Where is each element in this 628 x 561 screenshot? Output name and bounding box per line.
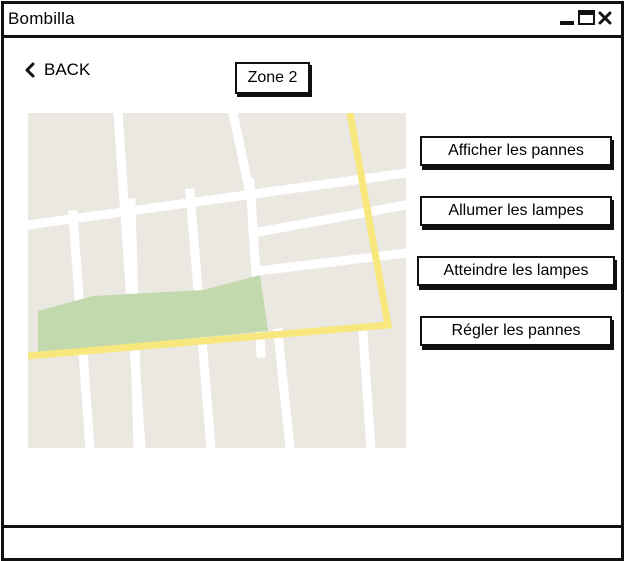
show-faults-button[interactable]: Afficher les pannes: [420, 136, 612, 166]
window-title: Bombilla: [8, 9, 75, 28]
turn-on-lamps-button[interactable]: Allumer les lampes: [420, 196, 612, 226]
turn-on-lamps-label: Allumer les lampes: [448, 202, 584, 219]
reach-lamps-button[interactable]: Atteindre les lampes: [417, 256, 615, 286]
page-title-text: Zone 2: [247, 69, 298, 86]
title-bar: Bombilla: [4, 4, 621, 38]
zone-map[interactable]: [28, 113, 406, 448]
footer-divider: [4, 525, 621, 528]
back-label: BACK: [44, 60, 91, 79]
window-controls: [559, 10, 614, 26]
show-faults-label: Afficher les pannes: [448, 142, 584, 159]
fix-faults-button[interactable]: Régler les pannes: [420, 316, 612, 346]
close-icon[interactable]: [598, 10, 614, 26]
back-button[interactable]: BACK: [24, 60, 90, 80]
maximize-icon[interactable]: [578, 10, 595, 25]
page-title: Zone 2: [235, 62, 310, 94]
chevron-left-icon: [25, 62, 35, 78]
minimize-icon[interactable]: [559, 10, 575, 26]
reach-lamps-label: Atteindre les lampes: [443, 262, 589, 279]
fix-faults-label: Régler les pannes: [451, 322, 581, 339]
